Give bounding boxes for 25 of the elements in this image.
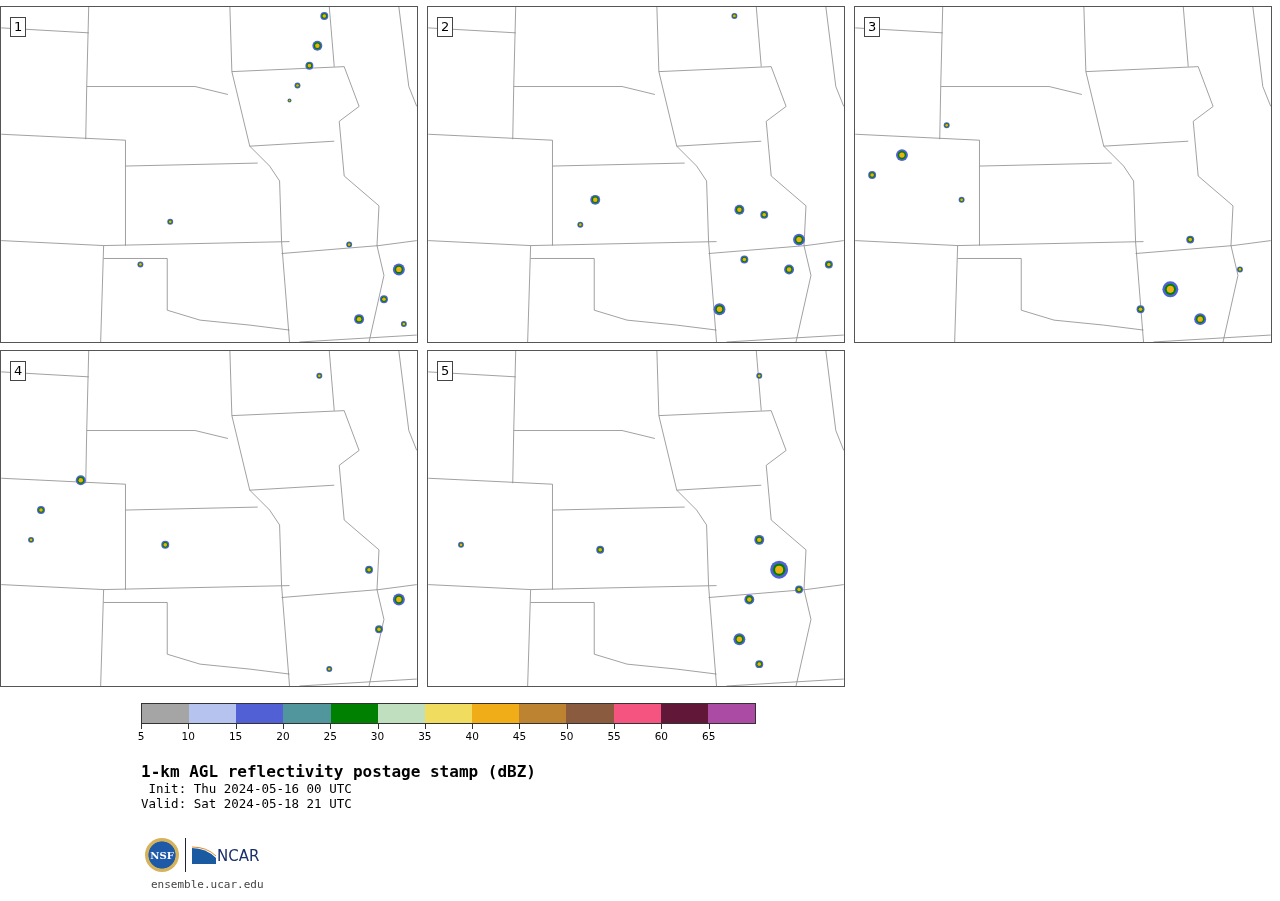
tick-label: 55: [607, 730, 621, 742]
tick-label: 45: [512, 730, 527, 742]
nsf-logo: NSF: [145, 838, 179, 872]
tick-label: 30: [370, 730, 385, 742]
tick-label: 65: [702, 730, 716, 742]
panel-number: 2: [437, 17, 454, 37]
tick-label: 25: [323, 730, 337, 742]
panel-number: 3: [864, 17, 881, 37]
ncar-logo-icon: [192, 846, 216, 864]
tick-label: 5: [137, 730, 145, 742]
tick-label: 40: [465, 730, 479, 742]
figure-title: 1-km AGL reflectivity postage stamp (dBZ): [141, 762, 537, 781]
tick-label: 10: [181, 730, 195, 742]
ncar-logo-text: NCAR: [217, 849, 260, 864]
tick-label: 15: [228, 730, 243, 742]
panel-number: 4: [10, 361, 27, 381]
website-url: ensemble.ucar.edu: [151, 878, 265, 891]
panel-number: 1: [10, 17, 27, 37]
tick-label: 50: [560, 730, 574, 742]
tick-label: 35: [418, 730, 432, 742]
valid-time: Valid: Sat 2024-05-18 21 UTC: [141, 796, 353, 811]
init-time: Init: Thu 2024-05-16 00 UTC: [147, 781, 353, 796]
tick-label: 60: [654, 730, 669, 742]
panel-number: 5: [437, 361, 454, 381]
tick-label: 20: [276, 730, 290, 742]
